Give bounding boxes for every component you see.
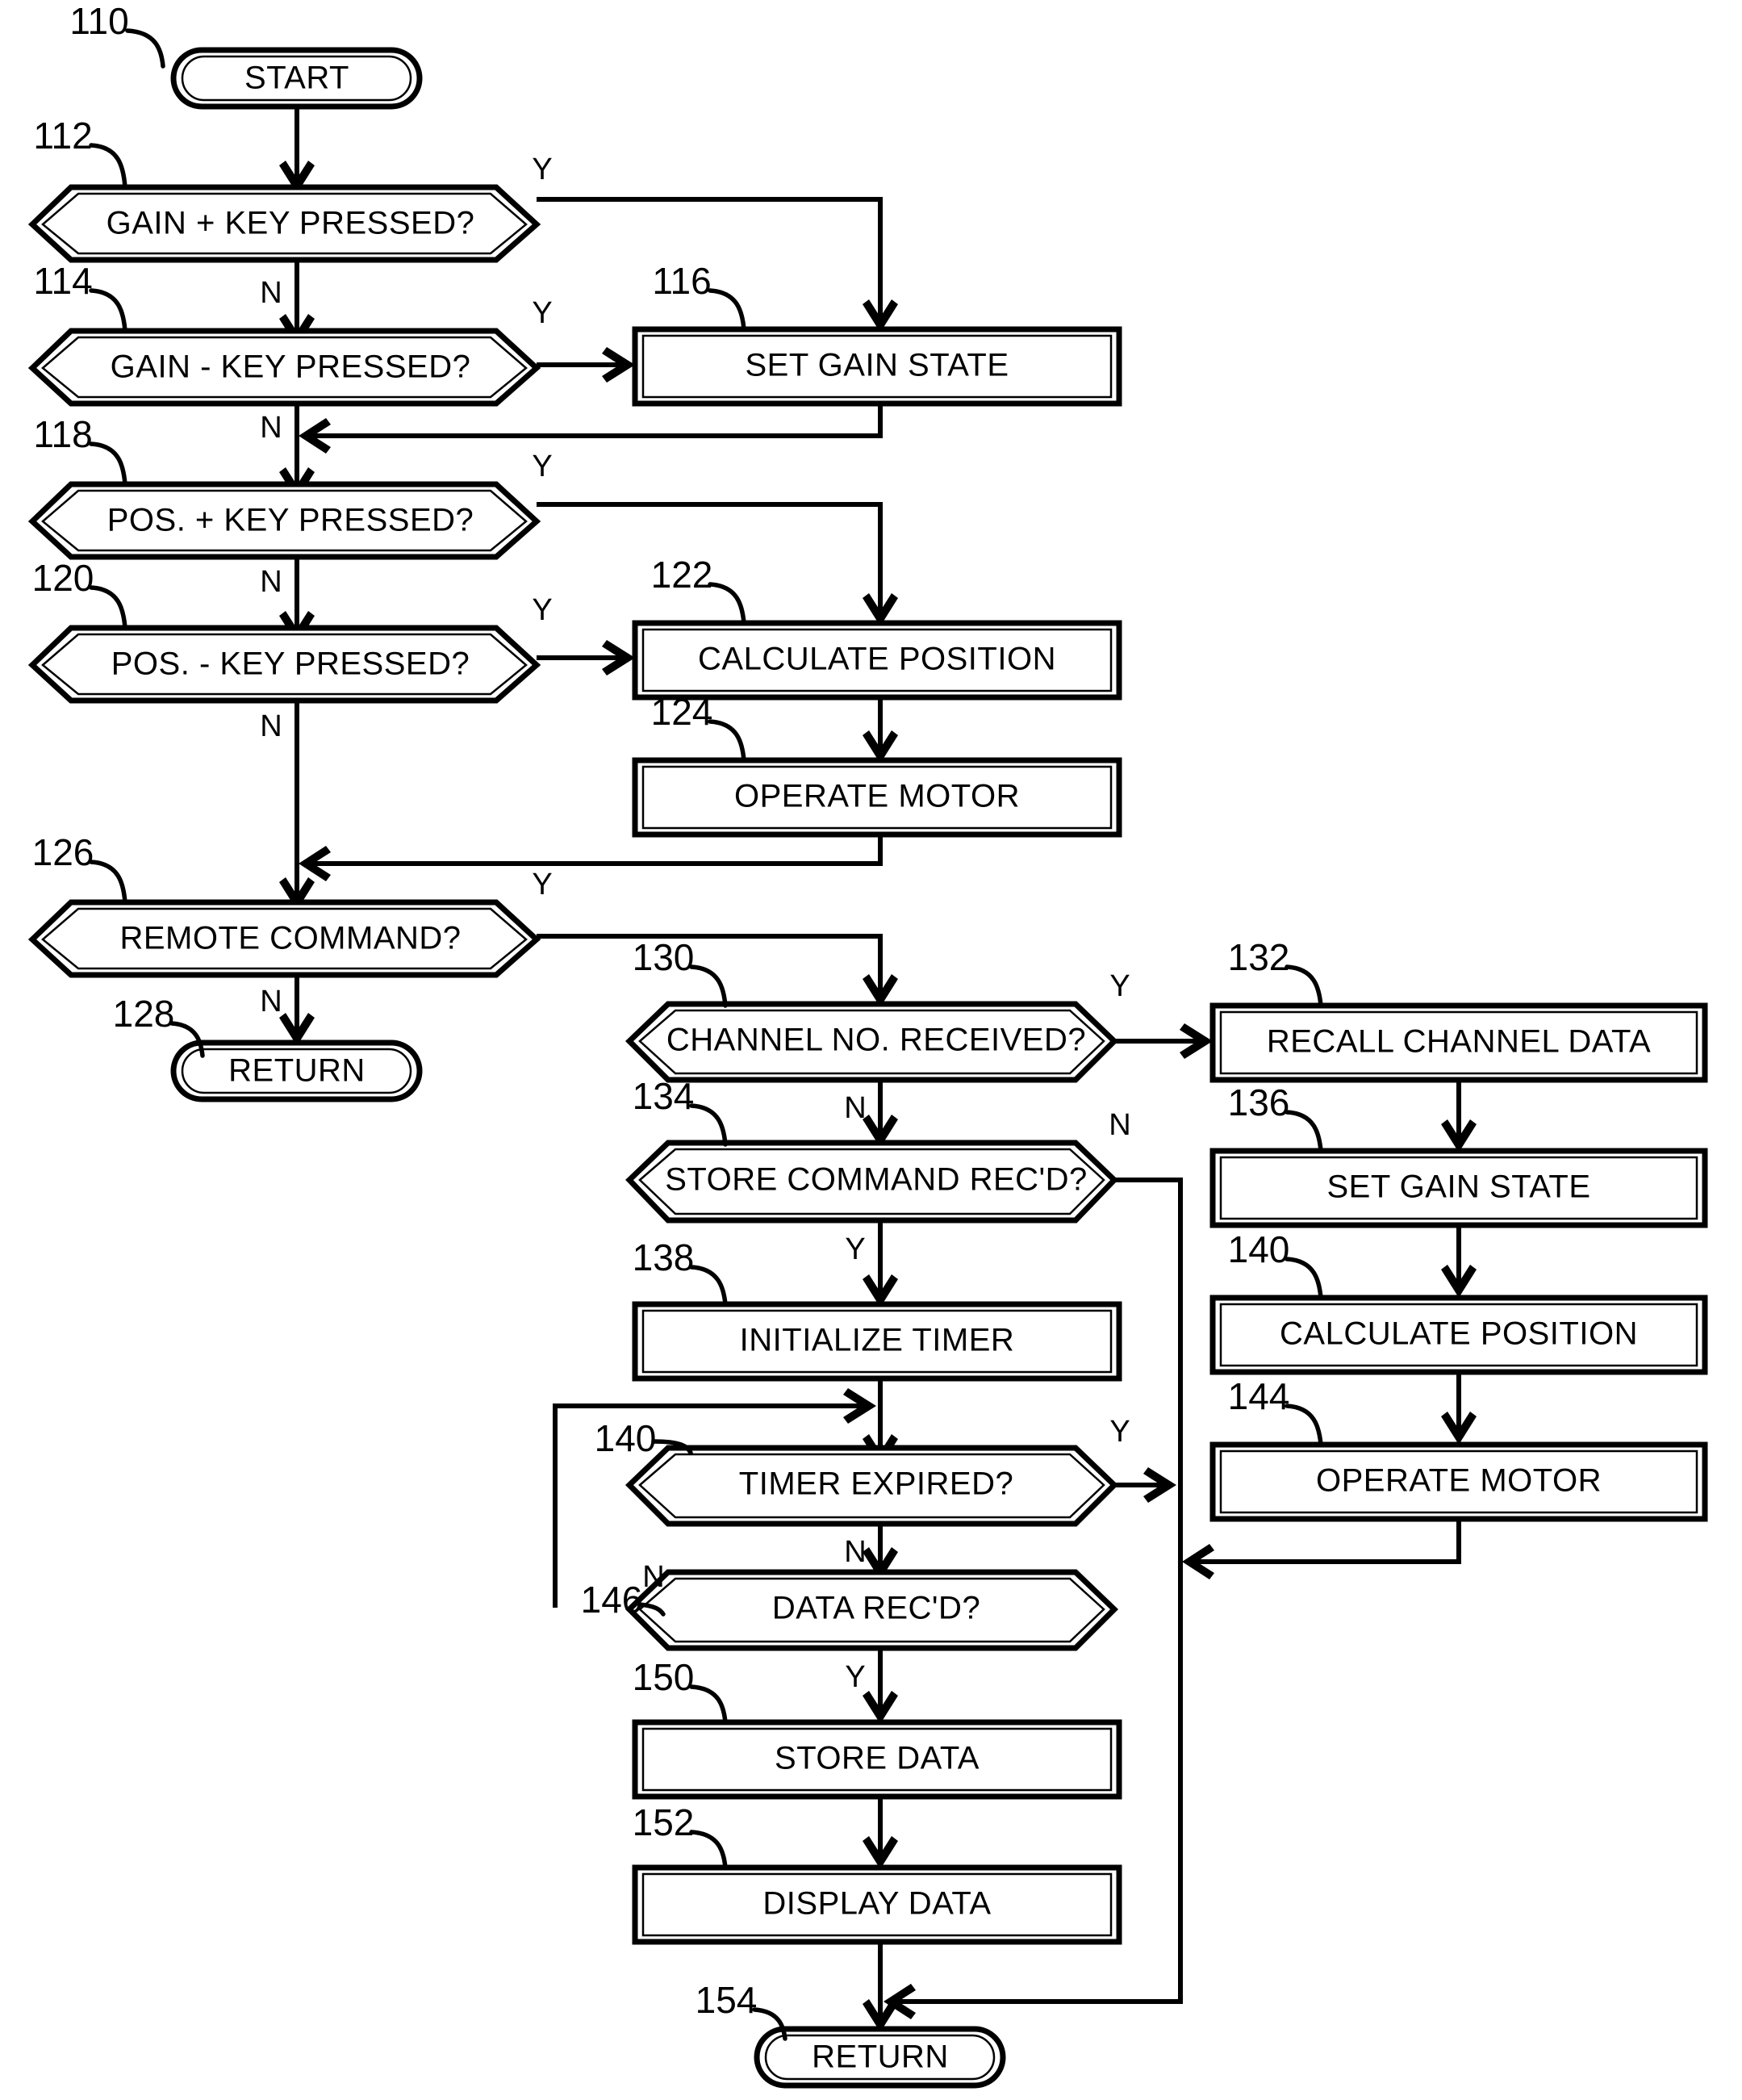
node-label-140d: TIMER EXPIRED? xyxy=(739,1466,1013,1502)
node-label-152: DISPLAY DATA xyxy=(762,1886,991,1922)
node-label-118: POS. + KEY PRESSED? xyxy=(107,503,474,538)
node-process-144[interactable]: OPERATE MOTOR xyxy=(1209,1441,1708,1522)
ref-numeral-150: 150 xyxy=(633,1656,695,1698)
node-decision-112[interactable]: GAIN + KEY PRESSED? xyxy=(27,184,541,263)
node-label-114: GAIN - KEY PRESSED? xyxy=(111,349,471,385)
node-process-150[interactable]: STORE DATA xyxy=(632,1719,1122,1800)
ref-numeral-126: 126 xyxy=(32,831,94,873)
connector-126-130 xyxy=(537,934,883,1001)
ref-numeral-130: 130 xyxy=(633,936,695,978)
node-process-124[interactable]: OPERATE MOTOR xyxy=(632,757,1122,838)
node-return-154[interactable]: RETURN xyxy=(754,2026,1006,2089)
node-label-138: INITIALIZE TIMER xyxy=(740,1323,1015,1358)
ref-numeral-118: 118 xyxy=(33,413,92,455)
node-label-130: CHANNEL NO. RECEIVED? xyxy=(666,1023,1086,1058)
ref-numeral-114: 114 xyxy=(33,260,92,302)
node-process-122[interactable]: CALCULATE POSITION xyxy=(632,620,1122,701)
node-decision-118[interactable]: POS. + KEY PRESSED? xyxy=(27,481,541,560)
node-decision-146[interactable]: DATA REC'D? xyxy=(625,1569,1119,1651)
node-process-116[interactable]: SET GAIN STATE xyxy=(632,326,1122,407)
branch-label-130-yes: Y xyxy=(1109,969,1130,1003)
node-label-122: CALCULATE POSITION xyxy=(698,642,1056,677)
ref-numeral-134: 134 xyxy=(633,1075,695,1117)
node-decision-126[interactable]: REMOTE COMMAND? xyxy=(27,899,541,978)
ref-numeral-110: 110 xyxy=(69,0,128,42)
ref-numeral-112: 112 xyxy=(33,115,92,157)
connector-144-trunk xyxy=(1197,1517,1461,1564)
node-process-152[interactable]: DISPLAY DATA xyxy=(632,1864,1122,1945)
ref-numeral-136: 136 xyxy=(1228,1081,1290,1123)
node-decision-134[interactable]: STORE COMMAND REC'D? xyxy=(625,1140,1118,1224)
branch-label-120-no: N xyxy=(260,709,282,743)
node-start-110[interactable]: START xyxy=(170,47,423,110)
branch-label-118-no: N xyxy=(260,565,282,599)
node-label-154: RETURN xyxy=(812,2039,949,2075)
branch-label-112-yes: Y xyxy=(532,153,552,186)
branch-label-114-no: N xyxy=(260,411,282,445)
branch-label-134-no: N xyxy=(1109,1108,1130,1142)
ref-numeral-132: 132 xyxy=(1228,936,1290,978)
branch-label-130-no: N xyxy=(844,1091,866,1125)
ref-numeral-120: 120 xyxy=(32,557,94,599)
node-label-112: GAIN + KEY PRESSED? xyxy=(107,206,475,241)
node-process-140-calculate-position[interactable]: CALCULATE POSITION xyxy=(1209,1295,1708,1375)
node-process-132[interactable]: RECALL CHANNEL DATA xyxy=(1209,1002,1708,1083)
node-label-146: DATA REC'D? xyxy=(772,1591,980,1626)
branch-label-114-yes: Y xyxy=(532,296,552,330)
ref-numeral-140-timer-expired: 140 xyxy=(595,1417,657,1459)
branch-label-140-yes: Y xyxy=(1109,1415,1130,1449)
ref-numeral-152: 152 xyxy=(633,1801,695,1843)
ref-numeral-122: 122 xyxy=(651,554,713,596)
node-decision-120[interactable]: POS. - KEY PRESSED? xyxy=(27,625,541,704)
ref-numeral-146: 146 xyxy=(581,1579,643,1621)
node-label-132: RECALL CHANNEL DATA xyxy=(1267,1024,1651,1060)
node-return-128[interactable]: RETURN xyxy=(170,1040,423,1102)
node-label-140r: CALCULATE POSITION xyxy=(1280,1316,1638,1352)
node-decision-130[interactable]: CHANNEL NO. RECEIVED? xyxy=(625,1001,1119,1083)
node-label-134: STORE COMMAND REC'D? xyxy=(665,1162,1088,1198)
node-process-138[interactable]: INITIALIZE TIMER xyxy=(632,1301,1122,1382)
node-label-start: START xyxy=(244,61,349,96)
branch-label-146-yes: Y xyxy=(845,1660,865,1694)
ref-numeral-144: 144 xyxy=(1228,1375,1290,1417)
branch-label-118-yes: Y xyxy=(532,450,552,483)
branch-label-134-yes: Y xyxy=(845,1232,865,1266)
node-label-136: SET GAIN STATE xyxy=(1326,1169,1590,1205)
ref-numeral-140-calculate-position: 140 xyxy=(1228,1228,1290,1270)
node-label-124: OPERATE MOTOR xyxy=(734,779,1020,814)
flowchart-canvas: START GAIN + KEY PRESSED? GAIN - KEY PRE… xyxy=(27,0,1708,2089)
node-label-126: REMOTE COMMAND? xyxy=(119,921,461,956)
node-label-144: OPERATE MOTOR xyxy=(1316,1463,1602,1499)
connector-124-merge xyxy=(313,835,883,866)
node-decision-140-timer-expired[interactable]: TIMER EXPIRED? xyxy=(625,1445,1119,1527)
figure-sheet: START GAIN + KEY PRESSED? GAIN - KEY PRE… xyxy=(0,0,1742,2100)
node-label-150: STORE DATA xyxy=(775,1741,980,1776)
node-label-116: SET GAIN STATE xyxy=(745,348,1009,383)
branch-label-120-yes: Y xyxy=(532,593,552,627)
ref-numeral-154: 154 xyxy=(696,1979,758,2021)
node-decision-114[interactable]: GAIN - KEY PRESSED? xyxy=(27,328,541,407)
node-label-120: POS. - KEY PRESSED? xyxy=(111,646,470,682)
ref-numeral-116: 116 xyxy=(652,260,711,302)
node-label-128: RETURN xyxy=(228,1053,366,1089)
branch-label-146-no: N xyxy=(642,1560,664,1594)
connector-116-merge xyxy=(313,404,883,438)
branch-label-126-no: N xyxy=(260,985,282,1019)
ref-numeral-138: 138 xyxy=(633,1236,695,1278)
branch-label-126-yes: Y xyxy=(532,868,552,901)
ref-numeral-124: 124 xyxy=(651,691,713,733)
branch-label-112-no: N xyxy=(260,276,282,310)
node-process-136[interactable]: SET GAIN STATE xyxy=(1209,1148,1708,1228)
branch-label-140-no: N xyxy=(844,1535,866,1569)
ref-numeral-128: 128 xyxy=(113,993,175,1035)
